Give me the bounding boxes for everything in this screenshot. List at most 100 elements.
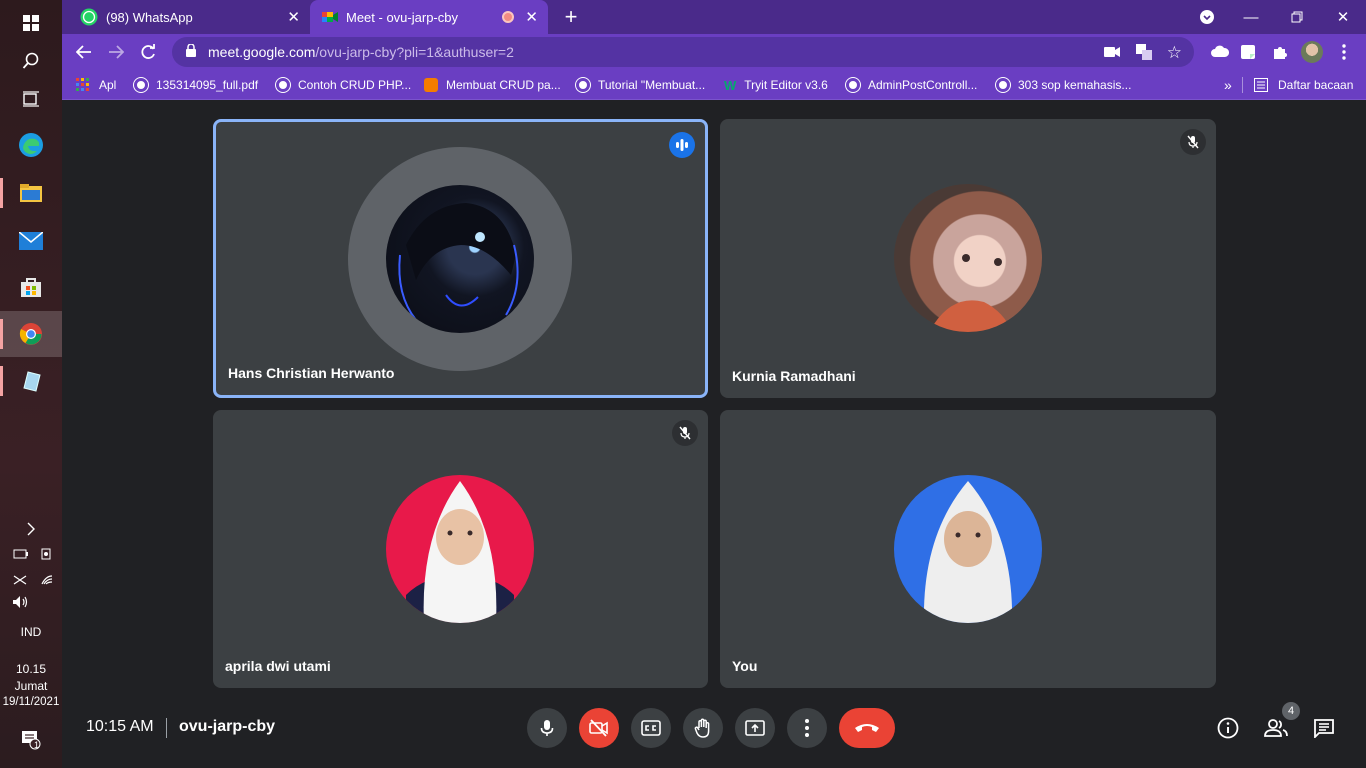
clock-time[interactable]: 10.15 [0, 662, 62, 676]
hang-up-icon [855, 724, 879, 732]
chrome-icon[interactable] [0, 311, 62, 357]
globe-icon [996, 78, 1010, 92]
tray-icons-row-1 [0, 547, 62, 564]
language-indicator[interactable]: IND [0, 625, 62, 639]
more-bookmarks-button[interactable]: » [1224, 75, 1232, 95]
participant-tile-aprila[interactable]: aprila dwi utami [213, 410, 708, 688]
volume-icon[interactable] [0, 595, 62, 612]
bookmark-label: AdminPostControll... [868, 78, 978, 92]
participant-tile-kurnia[interactable]: Kurnia Ramadhani [720, 119, 1216, 398]
meet-stage: Hans Christian Herwanto Kurnia Ramadhani… [62, 101, 1366, 768]
tab-title: Meet - ovu-jarp-cby [346, 9, 458, 25]
taskbar-pin-indicator [0, 319, 3, 349]
close-tab-icon[interactable]: ✕ [287, 8, 300, 26]
globe-icon [846, 78, 860, 92]
screen: IND 10.15 Jumat 19/11/2021 1 (98) WhatsA… [0, 0, 1366, 768]
minimize-icon[interactable]: — [1228, 0, 1274, 34]
chat-icon[interactable] [1310, 714, 1338, 742]
url-host: meet.google.com [208, 44, 316, 60]
battery-icon[interactable] [12, 547, 58, 561]
camera-off-icon [589, 719, 608, 737]
back-icon[interactable] [72, 40, 96, 64]
meeting-code: ovu-jarp-cby [179, 718, 276, 735]
bookmark-star-icon[interactable]: ☆ [1167, 43, 1182, 63]
meeting-time: 10:15 AM [86, 718, 154, 735]
mic-off-icon [672, 420, 698, 446]
edge-browser-icon[interactable] [0, 122, 62, 168]
avatar [894, 475, 1042, 623]
bookmark-item[interactable]: AdminPostControll... [846, 75, 977, 95]
tab-whatsapp[interactable]: (98) WhatsApp ✕ [72, 0, 310, 34]
reading-list-button[interactable]: Daftar bacaan [1254, 75, 1353, 95]
bookmarks-divider [1242, 77, 1243, 93]
bookmark-item[interactable]: Contoh CRUD PHP... [276, 75, 411, 95]
cloud-extension-icon[interactable] [1208, 40, 1232, 64]
present-screen-button[interactable] [735, 708, 775, 748]
participant-name: Hans Christian Herwanto [228, 365, 395, 381]
participant-tile-you[interactable]: You [720, 410, 1216, 688]
bookmark-item[interactable]: 303 sop kemahasis... [996, 75, 1131, 95]
avatar [894, 184, 1042, 332]
recording-indicator-icon [502, 11, 514, 23]
leave-call-button[interactable] [839, 708, 895, 748]
network-icon[interactable] [0, 572, 62, 589]
url-path: /ovu-jarp-cby?pli=1&authuser=2 [315, 44, 514, 60]
new-tab-button[interactable]: + [558, 0, 584, 34]
reload-icon[interactable] [136, 40, 160, 64]
mic-off-icon [1180, 129, 1206, 155]
task-view-icon[interactable] [0, 76, 62, 122]
taskbar-pin-indicator [0, 366, 3, 396]
camera-in-use-icon[interactable] [1104, 45, 1120, 61]
tab-meet[interactable]: Meet - ovu-jarp-cby ✕ [310, 0, 548, 34]
people-icon[interactable]: 4 [1262, 702, 1300, 742]
bookmark-item[interactable]: Membuat CRUD pa... [424, 75, 561, 95]
notification-center-icon[interactable]: 1 [0, 730, 62, 753]
bookmark-item[interactable]: Tutorial "Membuat... [576, 75, 705, 95]
close-tab-icon[interactable]: ✕ [525, 8, 538, 26]
translate-icon[interactable] [1136, 44, 1152, 63]
address-bar[interactable]: meet.google.com/ovu-jarp-cby?pli=1&authu… [172, 37, 1194, 67]
clock-day: Jumat [14, 679, 48, 693]
bookmarks-bar: Apl 135314095_full.pdf Contoh CRUD PHP..… [62, 70, 1366, 100]
extensions-puzzle-icon[interactable] [1268, 40, 1292, 64]
participant-name: You [732, 658, 758, 674]
globe-icon [276, 78, 290, 92]
more-options-icon[interactable] [1332, 40, 1356, 64]
raise-hand-button[interactable] [683, 708, 723, 748]
notepad-app-icon[interactable] [0, 358, 62, 404]
participant-tile-hans[interactable]: Hans Christian Herwanto [213, 119, 708, 398]
bookmark-item[interactable]: 135314095_full.pdf [134, 75, 258, 95]
hand-icon [694, 718, 710, 738]
captions-button[interactable] [631, 708, 671, 748]
globe-icon [576, 78, 590, 92]
file-explorer-icon[interactable] [0, 170, 62, 216]
bookmark-label: Apl [99, 78, 117, 92]
tab-search-icon[interactable] [1184, 0, 1230, 34]
store-icon[interactable] [0, 264, 62, 310]
restore-icon[interactable] [1274, 0, 1320, 34]
notification-count: 1 [34, 740, 40, 750]
camera-off-button[interactable] [579, 708, 619, 748]
taskbar-pin-indicator [0, 178, 3, 208]
more-options-button[interactable] [787, 708, 827, 748]
bookmark-label: Contoh CRUD PHP... [298, 78, 412, 92]
meeting-details-icon[interactable] [1214, 714, 1242, 742]
forward-icon[interactable] [104, 40, 128, 64]
chevron-right-icon[interactable] [0, 522, 62, 539]
google-meet-icon [322, 12, 338, 22]
w3schools-icon: W [724, 77, 737, 93]
bookmark-label: Tryit Editor v3.6 [744, 78, 828, 92]
close-window-icon[interactable]: ✕ [1320, 0, 1366, 34]
bookmark-item[interactable]: W Tryit Editor v3.6 [724, 75, 828, 95]
profile-avatar[interactable] [1300, 40, 1324, 64]
captions-icon [641, 720, 661, 736]
browser-toolbar: meet.google.com/ovu-jarp-cby?pli=1&authu… [62, 34, 1366, 70]
meeting-info-divider [166, 718, 167, 738]
mail-icon[interactable] [0, 218, 62, 264]
lock-icon[interactable] [186, 43, 196, 60]
avatar [386, 185, 534, 333]
microphone-button[interactable] [527, 708, 567, 748]
notes-extension-icon[interactable] [1236, 40, 1260, 64]
bookmark-label: 135314095_full.pdf [156, 78, 259, 92]
bookmark-apps[interactable]: Apl [76, 75, 116, 95]
